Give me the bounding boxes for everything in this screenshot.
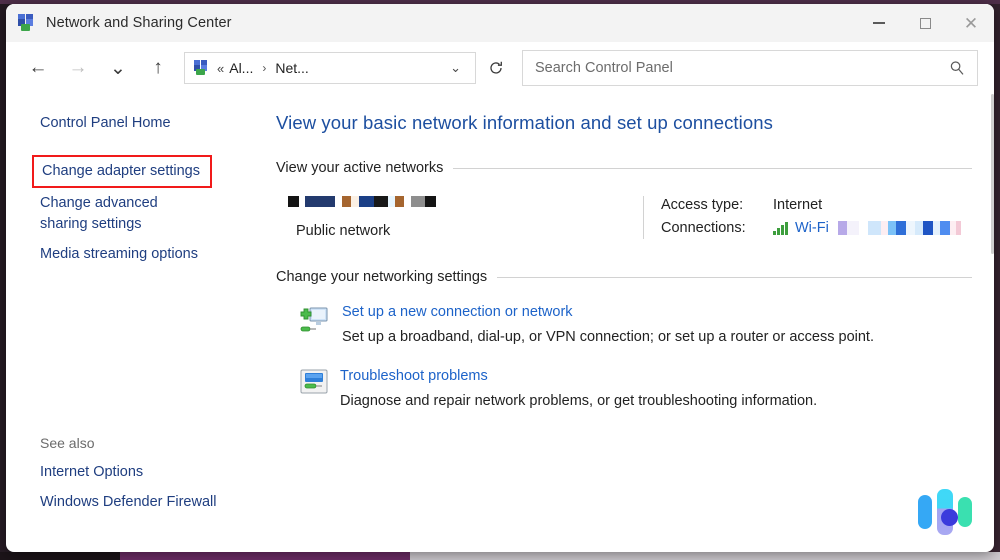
network-name-redacted bbox=[288, 196, 436, 207]
sidebar-item-change-advanced-sharing-settings[interactable]: Change advanced sharing settings bbox=[6, 188, 221, 239]
action-troubleshoot-problems[interactable]: Troubleshoot problems Diagnose and repai… bbox=[276, 367, 972, 409]
refresh-icon bbox=[490, 61, 502, 74]
address-dropdown-icon[interactable]: ⌄ bbox=[442, 60, 469, 76]
set-up-new-connection-link[interactable]: Set up a new connection or network bbox=[342, 304, 573, 320]
change-adapter-settings-highlight: Change adapter settings bbox=[32, 154, 212, 189]
back-arrow-icon: ← bbox=[28, 57, 48, 78]
troubleshoot-problems-link[interactable]: Troubleshoot problems bbox=[340, 368, 488, 384]
back-button[interactable]: ← bbox=[18, 50, 58, 86]
set-up-new-connection-description: Set up a broadband, dial-up, or VPN conn… bbox=[342, 329, 874, 345]
search-box[interactable] bbox=[522, 50, 978, 86]
up-button[interactable]: ↑ bbox=[138, 50, 178, 86]
ssid-redacted bbox=[837, 221, 961, 235]
sidebar-links-group: Change adapter settings Change advanced … bbox=[6, 149, 268, 270]
access-type-label: Access type: bbox=[661, 197, 744, 213]
active-networks-section-header: View your active networks bbox=[276, 160, 972, 176]
maximize-icon bbox=[919, 17, 931, 29]
content-pane: View your basic network information and … bbox=[268, 94, 994, 552]
section-divider bbox=[453, 167, 972, 169]
active-networks-title: View your active networks bbox=[276, 160, 444, 176]
connections-wifi-link[interactable]: Wi-Fi bbox=[795, 220, 829, 236]
content-scrollbar[interactable] bbox=[991, 94, 994, 254]
minimize-icon bbox=[873, 22, 885, 24]
detail-row-access-type: Access type: Internet bbox=[661, 197, 961, 213]
backdrop-accent-bar bbox=[120, 552, 410, 560]
action-text-block: Troubleshoot problems Diagnose and repai… bbox=[340, 367, 817, 409]
assistant-widget-icon[interactable] bbox=[910, 480, 980, 544]
network-sharing-icon bbox=[18, 14, 36, 32]
breadcrumb-item-1[interactable]: Al... bbox=[229, 60, 253, 76]
wifi-signal-icon bbox=[773, 221, 790, 235]
see-also-title: See also bbox=[40, 434, 95, 451]
section-divider bbox=[497, 276, 972, 278]
backdrop-strip-left bbox=[0, 552, 120, 560]
forward-arrow-icon: → bbox=[68, 57, 88, 78]
recent-locations-button[interactable]: ⌄ bbox=[98, 50, 138, 86]
assistant-bar-right bbox=[958, 497, 972, 527]
search-input[interactable] bbox=[535, 60, 949, 76]
search-icon[interactable] bbox=[949, 60, 965, 76]
sidebar-item-change-adapter-settings[interactable]: Change adapter settings bbox=[34, 158, 210, 186]
sidebar-item-windows-defender-firewall[interactable]: Windows Defender Firewall bbox=[6, 487, 268, 518]
breadcrumb-overflow-icon[interactable]: « bbox=[217, 61, 224, 76]
networking-settings-title: Change your networking settings bbox=[276, 269, 488, 285]
maximize-button[interactable] bbox=[902, 4, 948, 42]
window-title: Network and Sharing Center bbox=[46, 15, 232, 31]
minimize-button[interactable] bbox=[856, 4, 902, 42]
chevron-down-icon: ⌄ bbox=[110, 57, 126, 79]
navigation-bar: ← → ⌄ ↑ « Al... › Net... ⌄ bbox=[6, 42, 994, 94]
forward-button[interactable]: → bbox=[58, 50, 98, 86]
network-type-label: Public network bbox=[296, 223, 391, 239]
see-also-section: See also Internet Options Windows Defend… bbox=[6, 435, 268, 518]
refresh-button[interactable] bbox=[480, 52, 512, 84]
title-bar: Network and Sharing Center ✕ bbox=[6, 4, 994, 42]
sidebar-item-media-streaming-options[interactable]: Media streaming options bbox=[6, 239, 268, 270]
breadcrumb-item-2[interactable]: Net... bbox=[275, 60, 308, 76]
sidebar-item-internet-options[interactable]: Internet Options bbox=[6, 457, 268, 488]
close-button[interactable]: ✕ bbox=[948, 4, 994, 42]
access-type-value: Internet bbox=[773, 197, 823, 213]
detail-row-connections: Connections: Wi-Fi bbox=[661, 220, 961, 236]
networking-settings-section-header: Change your networking settings bbox=[276, 269, 972, 285]
network-summary: Public network bbox=[288, 196, 643, 239]
sidebar-item-control-panel-home[interactable]: Control Panel Home bbox=[6, 108, 268, 139]
address-bar[interactable]: « Al... › Net... ⌄ bbox=[184, 52, 476, 84]
action-text-block: Set up a new connection or network Set u… bbox=[342, 303, 874, 345]
network-sharing-center-window: Network and Sharing Center ✕ ← → ⌄ ↑ « A… bbox=[6, 4, 994, 552]
assistant-bar-left bbox=[918, 495, 932, 529]
network-details: Access type: Internet Connections: Wi-Fi bbox=[643, 196, 961, 239]
troubleshoot-problems-description: Diagnose and repair network problems, or… bbox=[340, 393, 818, 409]
troubleshoot-icon bbox=[300, 369, 328, 397]
active-networks-block: Public network Access type: Internet Con… bbox=[276, 196, 972, 239]
taskbar-strip bbox=[410, 552, 1000, 560]
page-title: View your basic network information and … bbox=[276, 112, 774, 133]
new-connection-icon bbox=[298, 305, 330, 337]
breadcrumb-separator-icon: › bbox=[262, 61, 267, 75]
window-body: Control Panel Home Change adapter settin… bbox=[6, 94, 994, 552]
assistant-dot-icon bbox=[941, 509, 958, 526]
connections-label: Connections: bbox=[661, 220, 746, 236]
window-controls: ✕ bbox=[856, 4, 994, 42]
close-icon: ✕ bbox=[963, 13, 979, 33]
sidebar: Control Panel Home Change adapter settin… bbox=[6, 94, 268, 552]
control-panel-icon bbox=[194, 60, 210, 76]
action-set-up-new-connection[interactable]: Set up a new connection or network Set u… bbox=[276, 303, 972, 345]
up-arrow-icon: ↑ bbox=[153, 57, 163, 78]
